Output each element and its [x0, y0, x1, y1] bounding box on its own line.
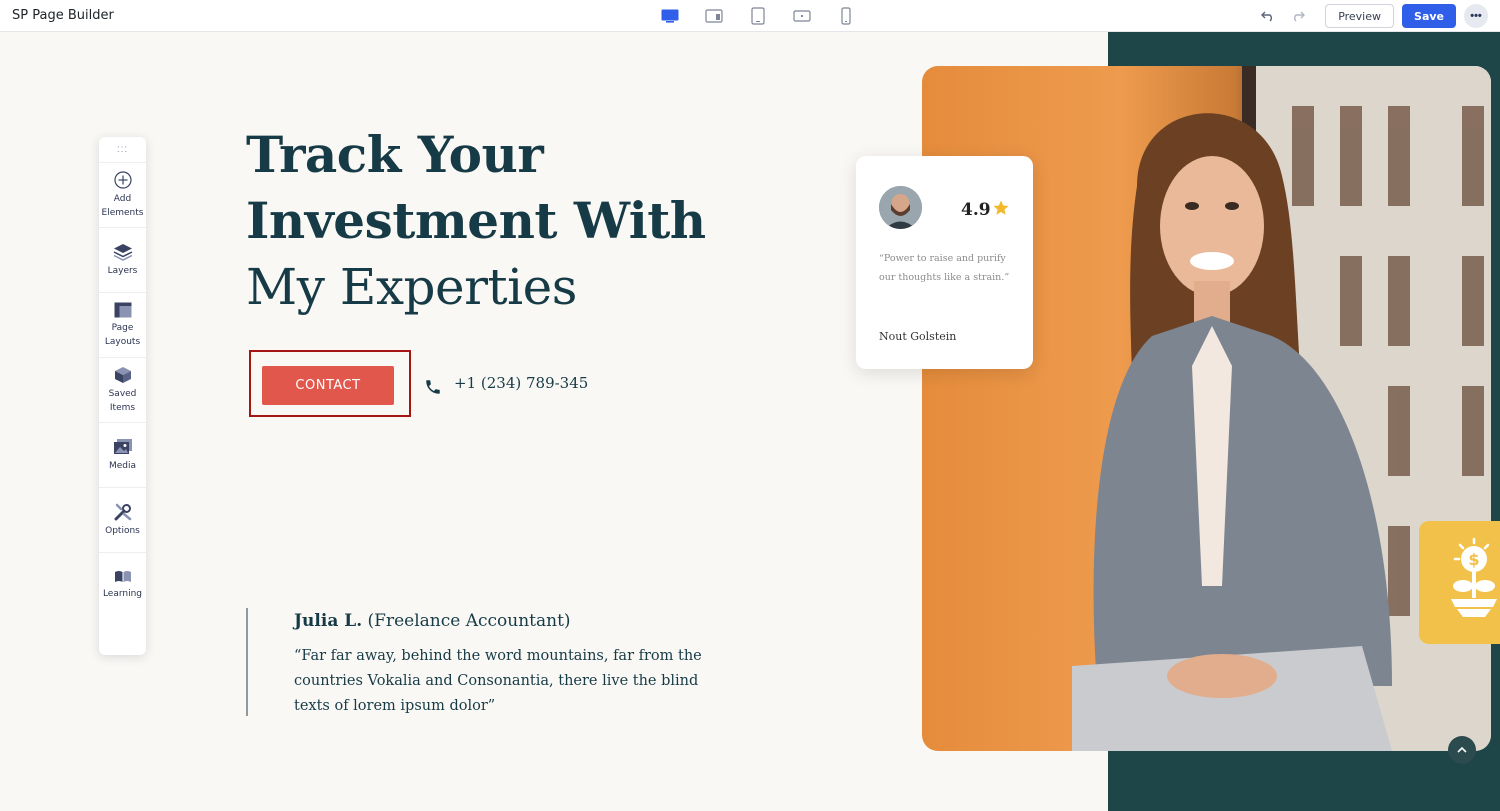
sidebar-item-label: Learning [102, 589, 143, 599]
phone-number[interactable]: +1 (234) 789-345 [454, 374, 588, 392]
svg-text:$: $ [1468, 550, 1479, 569]
top-actions: Preview Save ••• [1257, 4, 1488, 28]
hero-heading[interactable]: Track Your Investment With My Experties [246, 122, 806, 320]
quote-divider [246, 608, 248, 716]
app-title: SP Page Builder [12, 8, 114, 23]
phone-icon [424, 378, 442, 401]
layers-icon [113, 243, 132, 261]
sidebar-item-add-elements[interactable]: Add Elements [99, 163, 146, 228]
tablet-landscape-icon[interactable] [780, 4, 824, 28]
book-icon [114, 571, 131, 582]
hero-line-1: Track Your [246, 125, 544, 184]
tablet-icon[interactable] [736, 4, 780, 28]
testimonial-role: (Freelance Accountant) [367, 611, 571, 631]
mobile-icon[interactable] [824, 4, 868, 28]
sidebar-item-label: Saved Items [108, 388, 137, 413]
media-icon [113, 438, 132, 454]
review-quote: “Power to raise and purify our thoughts … [879, 253, 1010, 283]
review-card: 4.9 “Power to raise and purify our thoug… [856, 156, 1033, 369]
sidebar-item-label: Add Elements [101, 193, 144, 218]
wrench-icon [114, 503, 131, 520]
reviewer-avatar [879, 186, 922, 229]
layout-icon [114, 302, 131, 317]
desktop-icon[interactable] [648, 4, 692, 28]
contact-button[interactable]: CONTACT [262, 366, 394, 405]
preview-button[interactable]: Preview [1325, 4, 1395, 28]
sidebar-item-label: Options [105, 525, 140, 536]
sidebar-item-media[interactable]: Media [99, 423, 146, 488]
device-switcher [648, 4, 868, 28]
hero-line-2: Investment With [246, 191, 706, 250]
sidebar-item-label: Page Layouts [104, 322, 141, 347]
sidebar-item-options[interactable]: Options [99, 488, 146, 553]
testimonial-name: Julia L. [294, 611, 363, 631]
redo-icon[interactable] [1287, 5, 1309, 27]
box-icon [114, 366, 131, 383]
sidebar-item-layers[interactable]: Layers [99, 228, 146, 293]
scroll-top-button[interactable] [1448, 736, 1476, 764]
testimonial-author: Julia L. (Freelance Accountant) [294, 611, 571, 631]
laptop-icon[interactable] [692, 4, 736, 28]
rating-value: 4.9 [961, 200, 991, 220]
sidebar-item-page-layouts[interactable]: Page Layouts [99, 293, 146, 358]
sidebar-item-learning[interactable]: Learning [99, 553, 146, 618]
testimonial-text: “Far far away, behind the word mountains… [294, 648, 702, 714]
undo-icon[interactable] [1257, 5, 1279, 27]
chevron-up-icon [1457, 746, 1467, 753]
drag-handle-icon[interactable]: ::: [99, 137, 146, 163]
hero-line-3: My Experties [246, 258, 577, 316]
plus-circle-icon [113, 170, 132, 189]
star-icon [992, 199, 1010, 222]
save-button[interactable]: Save [1402, 4, 1456, 28]
sidebar-item-label: Media [108, 460, 137, 471]
sidebar-item-label: Layers [107, 265, 138, 276]
sidebar-item-saved-items[interactable]: Saved Items [99, 358, 146, 423]
builder-sidebar: ::: Add Elements Layers Page Layouts Sav… [99, 137, 146, 655]
growth-card: $ [1419, 521, 1500, 644]
reviewer-name: Nout Golstein [879, 330, 957, 343]
more-options-button[interactable]: ••• [1464, 4, 1488, 28]
money-plant-icon: $ [1451, 537, 1497, 617]
top-bar: SP Page Builder Preview Save ••• [0, 0, 1500, 32]
